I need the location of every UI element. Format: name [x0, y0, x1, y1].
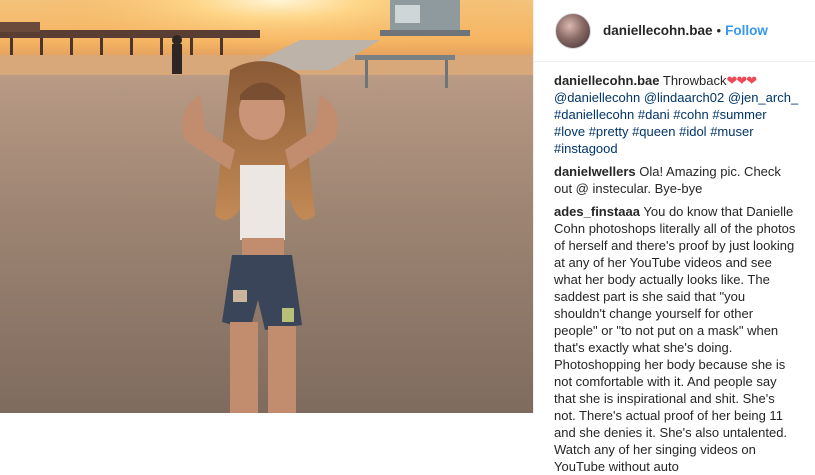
- caption: daniellecohn.bae Throwback❤❤❤ @daniellec…: [554, 72, 799, 157]
- header-username[interactable]: daniellecohn.bae: [603, 23, 713, 38]
- caption-username[interactable]: daniellecohn.bae: [554, 73, 659, 88]
- hashtag-link[interactable]: #idol: [679, 124, 706, 139]
- hashtag-link[interactable]: #love: [554, 124, 585, 139]
- mention-link[interactable]: @daniellecohn: [554, 90, 640, 105]
- hashtag-link[interactable]: #daniellecohn: [554, 107, 634, 122]
- comment-text: You do know that Danielle Cohn photoshop…: [554, 204, 796, 474]
- hashtag-link[interactable]: #cohn: [673, 107, 708, 122]
- post-photo[interactable]: [0, 0, 533, 413]
- heart-emoji-icon: ❤❤❤: [726, 73, 757, 88]
- hashtag-link[interactable]: #muser: [710, 124, 753, 139]
- mention-link[interactable]: @lindaarch02: [644, 90, 724, 105]
- separator-dot: •: [716, 23, 722, 38]
- comment-item: danielwellers Ola! Amazing pic. Check ou…: [554, 163, 799, 197]
- hashtag-link[interactable]: #dani: [638, 107, 670, 122]
- hashtag-link[interactable]: #pretty: [589, 124, 629, 139]
- caption-text: Throwback: [662, 73, 727, 88]
- avatar[interactable]: [555, 12, 591, 49]
- post-header: daniellecohn.bae • Follow: [534, 0, 815, 62]
- comment-username[interactable]: ades_finstaaa: [554, 204, 640, 219]
- follow-button[interactable]: Follow: [725, 23, 768, 38]
- mention-link[interactable]: @jen_arch_: [728, 90, 798, 105]
- comment-item: ades_finstaaa You do know that Danielle …: [554, 203, 799, 475]
- beach-sunset-image: [0, 0, 533, 413]
- hashtag-link[interactable]: #summer: [712, 107, 766, 122]
- hashtag-link[interactable]: #queen: [632, 124, 675, 139]
- hashtag-link[interactable]: #instagood: [554, 141, 618, 156]
- comment-list: daniellecohn.bae Throwback❤❤❤ @daniellec…: [534, 62, 815, 475]
- post-side-panel: daniellecohn.bae • Follow daniellecohn.b…: [533, 0, 815, 474]
- comment-username[interactable]: danielwellers: [554, 164, 636, 179]
